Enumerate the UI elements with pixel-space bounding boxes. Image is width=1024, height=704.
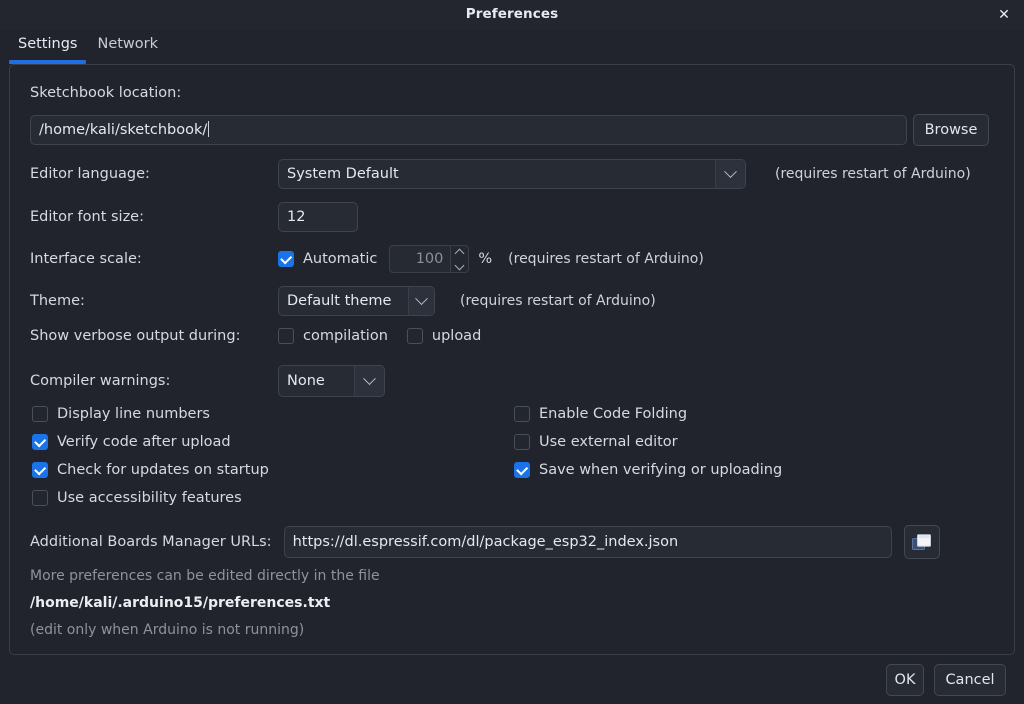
compiler-warnings-value: None [287,373,325,389]
ok-button[interactable]: OK [886,664,924,696]
checkbox-box [514,462,530,478]
enable-code-folding-label: Enable Code Folding [539,406,688,422]
editor-language-value: System Default [287,166,399,182]
chevron-down-icon [408,287,434,315]
boards-manager-urls-expand-button[interactable] [903,525,940,559]
boards-manager-urls-input[interactable]: https://dl.espressif.com/dl/package_esp3… [283,526,892,558]
display-line-numbers-checkbox[interactable]: Display line numbers [32,406,210,422]
footer-line-1: More preferences can be edited directly … [30,568,380,584]
use-external-editor-checkbox[interactable]: Use external editor [514,434,678,450]
cancel-button[interactable]: Cancel [934,664,1006,696]
boards-manager-urls-label: Additional Boards Manager URLs: [30,534,272,550]
interface-scale-automatic-checkbox[interactable]: Automatic [278,251,377,267]
verify-code-after-upload-checkbox[interactable]: Verify code after upload [32,434,231,450]
compiler-warnings-select[interactable]: None [278,365,385,397]
interface-scale-automatic-label: Automatic [303,251,378,267]
editor-language-note: (requires restart of Arduino) [775,166,971,182]
checkbox-box [514,434,530,450]
dialog-action-bar: OK Cancel [0,660,1024,704]
checkbox-box [278,251,294,267]
check-for-updates-on-startup-checkbox[interactable]: Check for updates on startup [32,462,269,478]
theme-note: (requires restart of Arduino) [460,293,656,309]
theme-row: Theme: Default theme (requires restart o… [30,286,656,316]
theme-value: Default theme [287,293,392,309]
sketchbook-location-input[interactable]: /home/kali/sketchbook/ [30,115,907,145]
interface-scale-stepper[interactable]: 100 [389,245,470,273]
sketchbook-location-label: Sketchbook location: [30,85,182,101]
verbose-upload-label: upload [431,328,482,344]
browse-button-label: Browse [924,122,978,138]
editor-language-row: Editor language: System Default (require… [30,159,1005,189]
interface-scale-value: 100 [389,245,452,273]
window-title: Preferences [465,6,559,22]
use-accessibility-features-label: Use accessibility features [57,490,242,506]
enable-code-folding-checkbox[interactable]: Enable Code Folding [514,406,687,422]
theme-label: Theme: [30,293,85,309]
tab-bar: Settings Network [8,36,168,64]
editor-font-size-value: 12 [287,209,306,225]
footer-line-3: (edit only when Arduino is not running) [30,622,305,638]
editor-language-select[interactable]: System Default [278,159,746,189]
save-when-verifying-or-uploading-label: Save when verifying or uploading [539,462,783,478]
cancel-button-label: Cancel [945,672,995,688]
text-cursor [208,121,210,137]
chevron-down-icon [715,160,745,188]
checkbox-box [514,406,530,422]
sketchbook-location-value: /home/kali/sketchbook/ [39,122,208,138]
interface-scale-label: Interface scale: [30,251,142,267]
compiler-warnings-row: Compiler warnings: None [30,365,385,397]
compiler-warnings-label: Compiler warnings: [30,373,171,389]
preferences-dialog: Preferences ✕ Settings Network Sketchboo… [0,0,1024,704]
checkbox-box [32,490,48,506]
percent-symbol: % [478,251,493,267]
tab-network-label: Network [97,36,159,52]
stepper-arrows[interactable] [451,245,470,273]
ok-button-label: OK [894,672,916,688]
chevron-up-icon [454,248,465,258]
chevron-down-icon [454,260,465,270]
use-accessibility-features-checkbox[interactable]: Use accessibility features [32,490,242,506]
save-when-verifying-or-uploading-checkbox[interactable]: Save when verifying or uploading [514,462,782,478]
interface-scale-note: (requires restart of Arduino) [508,251,704,267]
boards-manager-urls-value: https://dl.espressif.com/dl/package_esp3… [292,534,679,550]
chevron-down-icon [354,366,384,396]
sketchbook-row: /home/kali/sketchbook/ Browse [30,114,989,146]
checkbox-box [32,462,48,478]
editor-language-label: Editor language: [30,166,150,182]
tab-settings-label: Settings [18,36,78,52]
theme-select[interactable]: Default theme [278,286,435,316]
verbose-output-label: Show verbose output during: [30,328,241,344]
title-bar: Preferences ✕ [0,0,1024,30]
verbose-output-row: Show verbose output during: compilation … [30,328,481,344]
footer-line-2: /home/kali/.arduino15/preferences.txt [30,595,331,611]
tab-settings[interactable]: Settings [8,36,87,64]
editor-font-size-input[interactable]: 12 [278,202,358,232]
checkbox-box [32,434,48,450]
boards-manager-urls-row: Additional Boards Manager URLs: https://… [30,525,940,559]
checkbox-box [406,328,423,344]
verbose-compilation-checkbox[interactable]: compilation [278,328,388,344]
sketchbook-label-row: Sketchbook location: [30,85,181,101]
display-line-numbers-label: Display line numbers [57,406,210,422]
verify-code-after-upload-label: Verify code after upload [57,434,231,450]
close-icon[interactable]: ✕ [990,3,1018,27]
editor-font-size-label: Editor font size: [30,209,144,225]
browse-button[interactable]: Browse [913,114,989,146]
use-external-editor-label: Use external editor [539,434,678,450]
interface-scale-row: Interface scale: Automatic 100 % (requir… [30,245,704,273]
checkbox-box [32,406,48,422]
tab-network[interactable]: Network [87,36,168,64]
settings-panel: Sketchbook location: /home/kali/sketchbo… [9,64,1015,655]
verbose-upload-checkbox[interactable]: upload [406,328,482,344]
verbose-compilation-label: compilation [303,328,388,344]
check-for-updates-on-startup-label: Check for updates on startup [57,462,269,478]
checkbox-box [278,328,294,344]
editor-font-size-row: Editor font size: 12 [30,202,358,232]
window-stack-icon [911,533,931,550]
